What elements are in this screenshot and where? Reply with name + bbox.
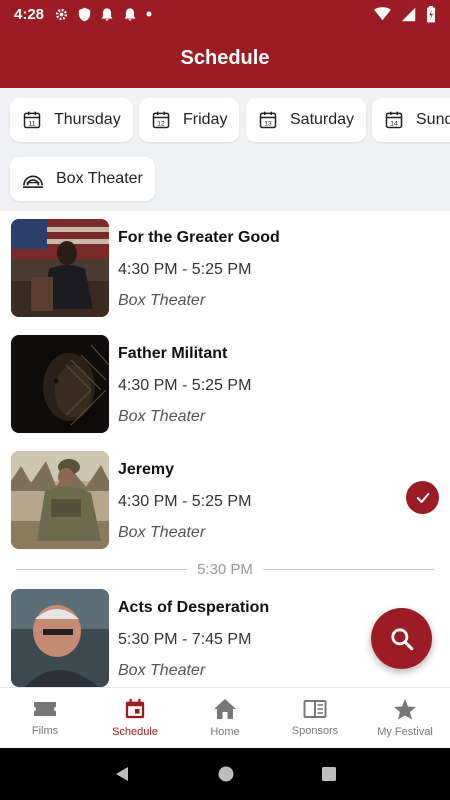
nav-label: Home — [210, 726, 240, 738]
theater-icon — [22, 169, 44, 189]
day-filter-label: Friday — [183, 111, 228, 128]
app-bar: Schedule — [0, 28, 450, 88]
list-item[interactable]: Jeremy 4:30 PM - 5:25 PM Box Theater — [0, 443, 450, 559]
nav-home[interactable]: Home — [180, 688, 270, 748]
calendar-icon: 13 — [258, 110, 278, 130]
list-item[interactable]: For the Greater Good 4:30 PM - 5:25 PM B… — [0, 211, 450, 327]
day-number: 11 — [29, 120, 36, 127]
divider-line — [262, 568, 434, 570]
search-button[interactable] — [371, 608, 432, 669]
day-number: 13 — [264, 120, 272, 127]
search-icon — [390, 627, 413, 650]
back-icon[interactable] — [113, 765, 131, 783]
nav-films[interactable]: Films — [0, 688, 90, 748]
signal-icon — [401, 7, 416, 21]
notification-icon — [101, 7, 113, 21]
film-poster — [11, 451, 109, 549]
status-bar: 4:28 — [0, 0, 450, 28]
film-venue: Box Theater — [118, 408, 206, 425]
nav-sponsors[interactable]: Sponsors — [270, 688, 360, 748]
battery-icon — [426, 5, 436, 22]
film-venue: Box Theater — [118, 292, 206, 309]
venue-filter-label: Box Theater — [56, 170, 143, 187]
settings-icon — [55, 8, 68, 20]
time-divider: 5:30 PM — [16, 559, 434, 579]
day-filter-sunday[interactable]: 14 Sunday — [372, 98, 450, 142]
time-divider-label: 5:30 PM — [197, 560, 253, 578]
film-poster — [11, 219, 109, 317]
notification-icon-2 — [124, 7, 136, 21]
in-my-festival-check-icon[interactable] — [406, 481, 439, 514]
list-item[interactable]: Father Militant 4:30 PM - 5:25 PM Box Th… — [0, 327, 450, 443]
nav-my-festival[interactable]: My Festival — [360, 688, 450, 748]
film-poster — [11, 335, 109, 433]
day-filter-label: Thursday — [54, 111, 121, 128]
day-filter-saturday[interactable]: 13 Saturday — [246, 98, 367, 142]
day-number: 12 — [157, 120, 165, 127]
film-title: Father Militant — [118, 345, 228, 362]
day-filter-thursday[interactable]: 11 Thursday — [10, 98, 133, 142]
nav-label: Sponsors — [291, 725, 339, 737]
nav-label: Schedule — [112, 726, 158, 738]
more-dot-icon — [146, 11, 152, 17]
film-title: Jeremy — [118, 461, 175, 478]
film-poster — [11, 589, 109, 687]
film-time: 5:30 PM - 7:45 PM — [118, 631, 252, 648]
ticket-icon — [34, 702, 56, 716]
nav-label: My Festival — [377, 726, 433, 738]
recents-icon[interactable] — [321, 766, 337, 782]
system-nav-bar — [0, 748, 450, 800]
film-time: 4:30 PM - 5:25 PM — [118, 261, 252, 278]
calendar-icon: 14 — [384, 110, 404, 130]
film-venue: Box Theater — [118, 662, 206, 679]
calendar-icon: 12 — [151, 110, 171, 130]
film-venue: Box Theater — [118, 524, 206, 541]
film-time: 4:30 PM - 5:25 PM — [118, 377, 252, 394]
day-filter-label: Saturday — [290, 111, 355, 128]
page-title: Schedule — [180, 46, 270, 69]
shield-icon — [78, 7, 91, 21]
star-icon — [394, 699, 416, 720]
home-circle-icon[interactable] — [217, 765, 235, 783]
nav-label: Films — [31, 725, 59, 737]
day-filter-label: Sunday — [416, 111, 450, 128]
status-time: 4:28 — [14, 5, 45, 23]
day-number: 14 — [390, 120, 398, 127]
book-icon — [303, 700, 327, 718]
wifi-icon — [374, 7, 391, 21]
home-icon — [214, 699, 236, 719]
venue-filter-box-theater[interactable]: Box Theater — [10, 157, 155, 201]
divider-line — [16, 568, 188, 570]
filter-bar: 11 Thursday 12 Friday 13 Saturday 14 Sun… — [0, 88, 450, 211]
film-title: Acts of Desperation — [118, 599, 270, 616]
nav-schedule[interactable]: Schedule — [90, 688, 180, 748]
calendar-icon: 11 — [22, 110, 42, 130]
bottom-nav: Films Schedule Home Sponsors My Festival — [0, 687, 450, 748]
film-title: For the Greater Good — [118, 229, 280, 246]
calendar-icon — [125, 698, 145, 719]
film-time: 4:30 PM - 5:25 PM — [118, 493, 252, 510]
day-filter-friday[interactable]: 12 Friday — [139, 98, 240, 142]
